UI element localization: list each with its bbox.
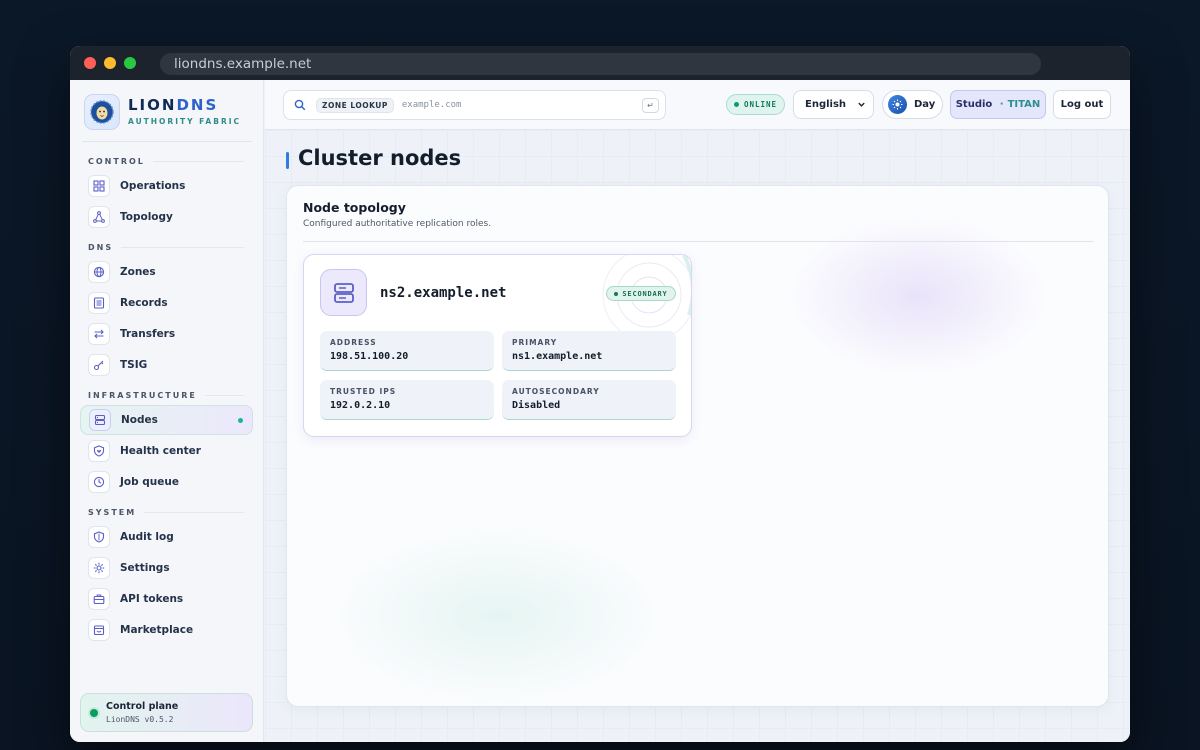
field-autosecondary: AUTOSECONDARY Disabled <box>502 380 676 420</box>
sidebar-item-settings[interactable]: Settings <box>80 553 253 583</box>
sidebar-item-label: API tokens <box>120 593 184 605</box>
language-select[interactable]: English <box>793 90 874 119</box>
topology-icon <box>88 206 110 228</box>
section-infrastructure: INFRASTRUCTURE <box>88 391 244 400</box>
grid-icon <box>88 175 110 197</box>
section-control: CONTROL <box>88 157 244 166</box>
gear-icon <box>88 557 110 579</box>
records-icon <box>88 292 110 314</box>
field-label: AUTOSECONDARY <box>512 387 600 396</box>
logout-button[interactable]: Log out <box>1053 90 1111 119</box>
sidebar-item-records[interactable]: Records <box>80 288 253 318</box>
maximize-window-button[interactable] <box>124 57 136 69</box>
sidebar-item-label: Marketplace <box>120 624 194 636</box>
section-system: SYSTEM <box>88 508 244 517</box>
sidebar-item-api-tokens[interactable]: API tokens <box>80 584 253 614</box>
node-hostname: ns2.example.net <box>380 285 507 301</box>
status-dot <box>90 709 98 717</box>
sidebar-item-transfers[interactable]: Transfers <box>80 319 253 349</box>
heart-shield-icon <box>88 440 110 462</box>
page-title: Cluster nodes <box>298 146 462 170</box>
status-dot <box>733 102 739 107</box>
search-icon <box>294 98 308 112</box>
sidebar-item-label: Job queue <box>120 476 180 488</box>
node-topology-panel: Node topology Configured authoritative r… <box>286 185 1109 707</box>
sidebar-item-nodes[interactable]: Nodes <box>80 405 253 435</box>
section-dns: DNS <box>88 243 244 252</box>
online-status-badge: ONLINE <box>726 94 785 115</box>
sidebar-item-operations[interactable]: Operations <box>80 171 253 201</box>
sidebar-item-label: Transfers <box>120 328 176 340</box>
sidebar-item-tsig[interactable]: TSIG <box>80 350 253 380</box>
title-bar: liondns.example.net <box>70 46 1130 80</box>
browser-window: liondns.example.net LIONDNS AUTHORITY FA… <box>70 46 1130 742</box>
minimize-window-button[interactable] <box>104 57 116 69</box>
top-bar: ZONE LOOKUP ↵ ONLINE English Day Studio … <box>265 80 1130 130</box>
store-icon <box>88 619 110 641</box>
sidebar-item-zones[interactable]: Zones <box>80 257 253 287</box>
brand-tagline: AUTHORITY FABRIC <box>128 117 242 126</box>
transfer-icon <box>88 323 110 345</box>
field-primary: PRIMARY ns1.example.net <box>502 331 676 371</box>
sidebar-item-job-queue[interactable]: Job queue <box>80 467 253 497</box>
chevron-down-icon <box>858 102 865 107</box>
sidebar-item-marketplace[interactable]: Marketplace <box>80 615 253 645</box>
workspace-switcher[interactable]: Studio · TITAN <box>950 90 1046 119</box>
main-content: Cluster nodes Node topology Configured a… <box>265 130 1130 742</box>
sidebar-item-label: Audit log <box>120 531 174 543</box>
field-value: ns1.example.net <box>512 351 603 362</box>
sidebar-item-label: Topology <box>120 211 173 223</box>
panel-title: Node topology <box>303 200 406 215</box>
control-plane-title: Control plane <box>106 701 179 712</box>
zone-lookup-badge: ZONE LOOKUP <box>316 97 394 113</box>
sidebar-item-label: Health center <box>120 445 201 457</box>
server-icon <box>320 269 367 316</box>
globe-icon <box>88 261 110 283</box>
divider <box>82 141 252 142</box>
server-icon <box>89 409 111 431</box>
field-value: Disabled <box>512 400 561 411</box>
field-value: 198.51.100.20 <box>330 351 409 362</box>
sidebar-item-label: TSIG <box>120 359 148 371</box>
sidebar-item-topology[interactable]: Topology <box>80 202 253 232</box>
sidebar-item-label: Records <box>120 297 168 309</box>
field-label: ADDRESS <box>330 338 377 347</box>
panel-subtitle: Configured authoritative replication rol… <box>303 219 492 229</box>
control-plane-status[interactable]: Control plane LionDNS v0.5.2 <box>80 693 253 732</box>
sidebar-item-health-center[interactable]: Health center <box>80 436 253 466</box>
clock-icon <box>88 471 110 493</box>
theme-label: Day <box>914 99 936 110</box>
field-value: 192.0.2.10 <box>330 400 391 411</box>
field-label: TRUSTED IPS <box>330 387 397 396</box>
briefcase-icon <box>88 588 110 610</box>
sidebar: LIONDNS AUTHORITY FABRIC CONTROL Operati… <box>70 80 264 742</box>
brand-name: LIONDNS <box>128 96 219 114</box>
sidebar-item-label: Settings <box>120 562 170 574</box>
sidebar-item-label: Operations <box>120 180 186 192</box>
status-dot <box>614 291 619 296</box>
shield-icon <box>88 526 110 548</box>
field-address: ADDRESS 198.51.100.20 <box>320 331 494 371</box>
enter-key-icon[interactable]: ↵ <box>642 98 659 113</box>
key-icon <box>88 354 110 376</box>
field-trusted-ips: TRUSTED IPS 192.0.2.10 <box>320 380 494 420</box>
zone-lookup-search[interactable]: ZONE LOOKUP ↵ <box>283 90 666 120</box>
lion-logo-icon <box>84 94 120 130</box>
brand[interactable]: LIONDNS AUTHORITY FABRIC <box>84 94 254 134</box>
divider <box>303 241 1094 242</box>
sidebar-item-audit-log[interactable]: Audit log <box>80 522 253 552</box>
field-label: PRIMARY <box>512 338 558 347</box>
close-window-button[interactable] <box>84 57 96 69</box>
theme-toggle[interactable]: Day <box>882 90 943 119</box>
sidebar-item-label: Nodes <box>121 414 158 426</box>
sidebar-item-label: Zones <box>120 266 156 278</box>
sun-icon <box>888 95 907 114</box>
version-label: LionDNS v0.5.2 <box>106 715 174 724</box>
search-input[interactable] <box>401 100 632 110</box>
active-indicator <box>238 417 243 423</box>
node-card[interactable]: ns2.example.net SECONDARY ADDRESS 198.51… <box>303 254 692 437</box>
role-badge: SECONDARY <box>606 286 676 301</box>
address-bar[interactable]: liondns.example.net <box>160 53 1041 75</box>
title-accent <box>286 152 289 169</box>
